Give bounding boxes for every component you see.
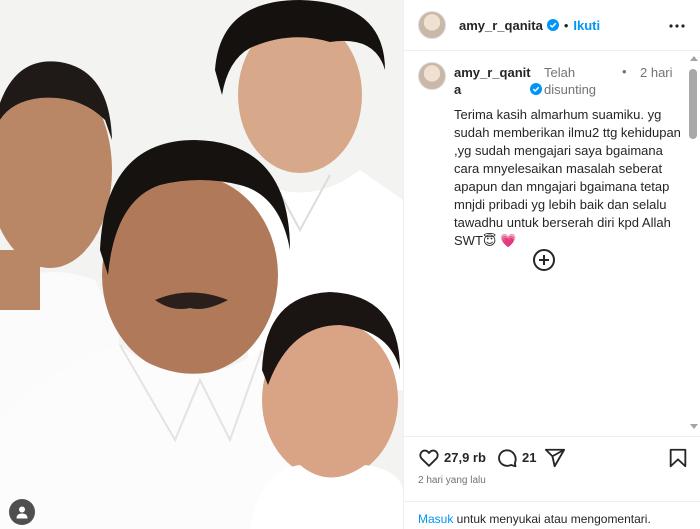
scroll-thumb[interactable] <box>689 69 697 139</box>
caption-separator: • <box>622 64 627 79</box>
caption-avatar[interactable] <box>418 62 446 90</box>
post-side-panel: amy_r_qanita • Ikuti amy_r_qanita Telah … <box>403 0 700 529</box>
more-options-icon[interactable] <box>669 18 685 34</box>
post-header: amy_r_qanita • Ikuti <box>404 0 700 51</box>
follow-button[interactable]: Ikuti <box>573 18 600 33</box>
login-link[interactable]: Masuk <box>418 512 453 526</box>
edited-label: Telah disunting <box>544 65 597 97</box>
header-separator: • <box>563 17 569 33</box>
comment-bubble-icon[interactable] <box>496 447 518 469</box>
verified-badge-icon <box>546 19 559 31</box>
post-date[interactable]: 2 hari yang lalu <box>418 475 486 486</box>
bookmark-icon[interactable] <box>667 447 689 469</box>
heart-icon[interactable] <box>418 447 440 469</box>
header-username[interactable]: amy_r_qanita <box>459 18 543 33</box>
comments-scrollbar[interactable] <box>687 52 700 435</box>
caption-text: Terima kasih almarhum suamiku. yg sudah … <box>454 107 685 248</box>
caption-time[interactable]: 2 hari <box>640 64 680 81</box>
user-tags-button[interactable] <box>9 499 35 525</box>
family-photo-image <box>0 0 403 529</box>
scroll-down-arrow-icon[interactable] <box>690 424 698 429</box>
plus-circle-icon[interactable] <box>532 248 556 272</box>
scroll-up-arrow-icon[interactable] <box>690 56 698 61</box>
like-count[interactable]: 27,9 rb <box>444 450 486 465</box>
comment-count[interactable]: 21 <box>522 450 536 465</box>
person-icon <box>16 506 28 519</box>
caption-username[interactable]: amy_r_qanita <box>454 64 536 98</box>
post-photo <box>0 0 403 529</box>
comments-area: amy_r_qanita Telah disunting • 2 hari Te… <box>404 52 688 435</box>
action-bar: 27,9 rb 21 2 hari yang lalu Masuk untuk … <box>404 436 700 529</box>
login-prompt-text: untuk menyukai atau mengomentari. <box>453 512 651 526</box>
paper-plane-icon[interactable] <box>544 447 566 469</box>
verified-badge-icon <box>530 83 542 95</box>
login-prompt: Masuk untuk menyukai atau mengomentari. <box>404 501 700 529</box>
header-avatar[interactable] <box>418 11 446 39</box>
